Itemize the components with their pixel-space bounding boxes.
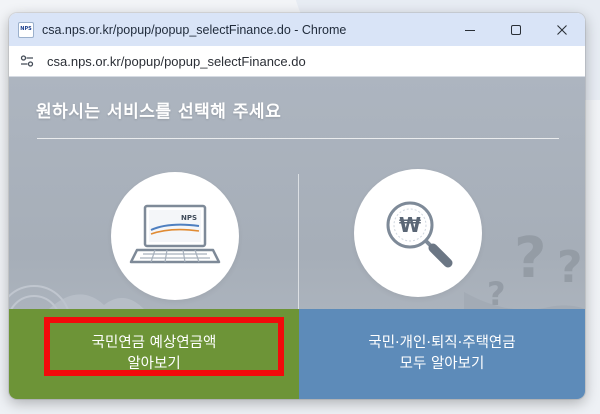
expected-pension-label-line2: 알아보기 [127, 356, 181, 372]
maximize-icon [511, 24, 521, 35]
laptop-icon-circle: NPS [111, 172, 239, 300]
won-magnifier-icon: ₩ [386, 201, 453, 268]
popup-content: ? ? ? 원하시는 서비스를 선택해 주세요 NPS ₩ 국민연금 예상연금액… [9, 77, 585, 399]
url-text[interactable]: csa.nps.or.kr/popup/popup_selectFinance.… [47, 54, 306, 69]
svg-text:?: ? [514, 226, 546, 291]
expected-pension-label-line1: 국민연금 예상연금액 [91, 335, 217, 351]
popup-heading: 원하시는 서비스를 선택해 주세요 [36, 102, 282, 122]
all-pensions-label-line2: 모두 알아보기 [399, 356, 485, 372]
options-divider [298, 174, 299, 324]
search-icon-circle: ₩ [354, 169, 482, 297]
all-pensions-label-line1: 국민·개인·퇴직·주택연금 [368, 335, 516, 351]
heading-divider [37, 138, 559, 139]
browser-popup-window: NPS csa.nps.or.kr/popup/popup_selectFina… [9, 13, 585, 399]
minimize-icon [465, 29, 475, 31]
laptop-icon: NPS [129, 204, 221, 264]
site-info-button[interactable] [13, 47, 41, 75]
svg-text:₩: ₩ [399, 213, 421, 237]
svg-text:?: ? [487, 275, 506, 313]
all-pensions-button[interactable]: 국민·개인·퇴직·주택연금 모두 알아보기 [299, 309, 585, 399]
svg-text:?: ? [557, 242, 583, 293]
site-settings-icon [20, 55, 34, 67]
title-bar[interactable]: NPS csa.nps.or.kr/popup/popup_selectFina… [9, 13, 585, 46]
minimize-button[interactable] [447, 13, 493, 46]
nps-favicon-icon: NPS [18, 21, 34, 38]
close-button[interactable] [539, 13, 585, 46]
window-title: csa.nps.or.kr/popup/popup_selectFinance.… [42, 22, 347, 37]
address-bar: csa.nps.or.kr/popup/popup_selectFinance.… [9, 46, 585, 77]
close-icon [557, 24, 567, 35]
maximize-button[interactable] [493, 13, 539, 46]
laptop-screen-logo: NPS [181, 214, 197, 222]
window-controls [447, 13, 585, 46]
expected-pension-button[interactable]: 국민연금 예상연금액 알아보기 [9, 309, 299, 399]
